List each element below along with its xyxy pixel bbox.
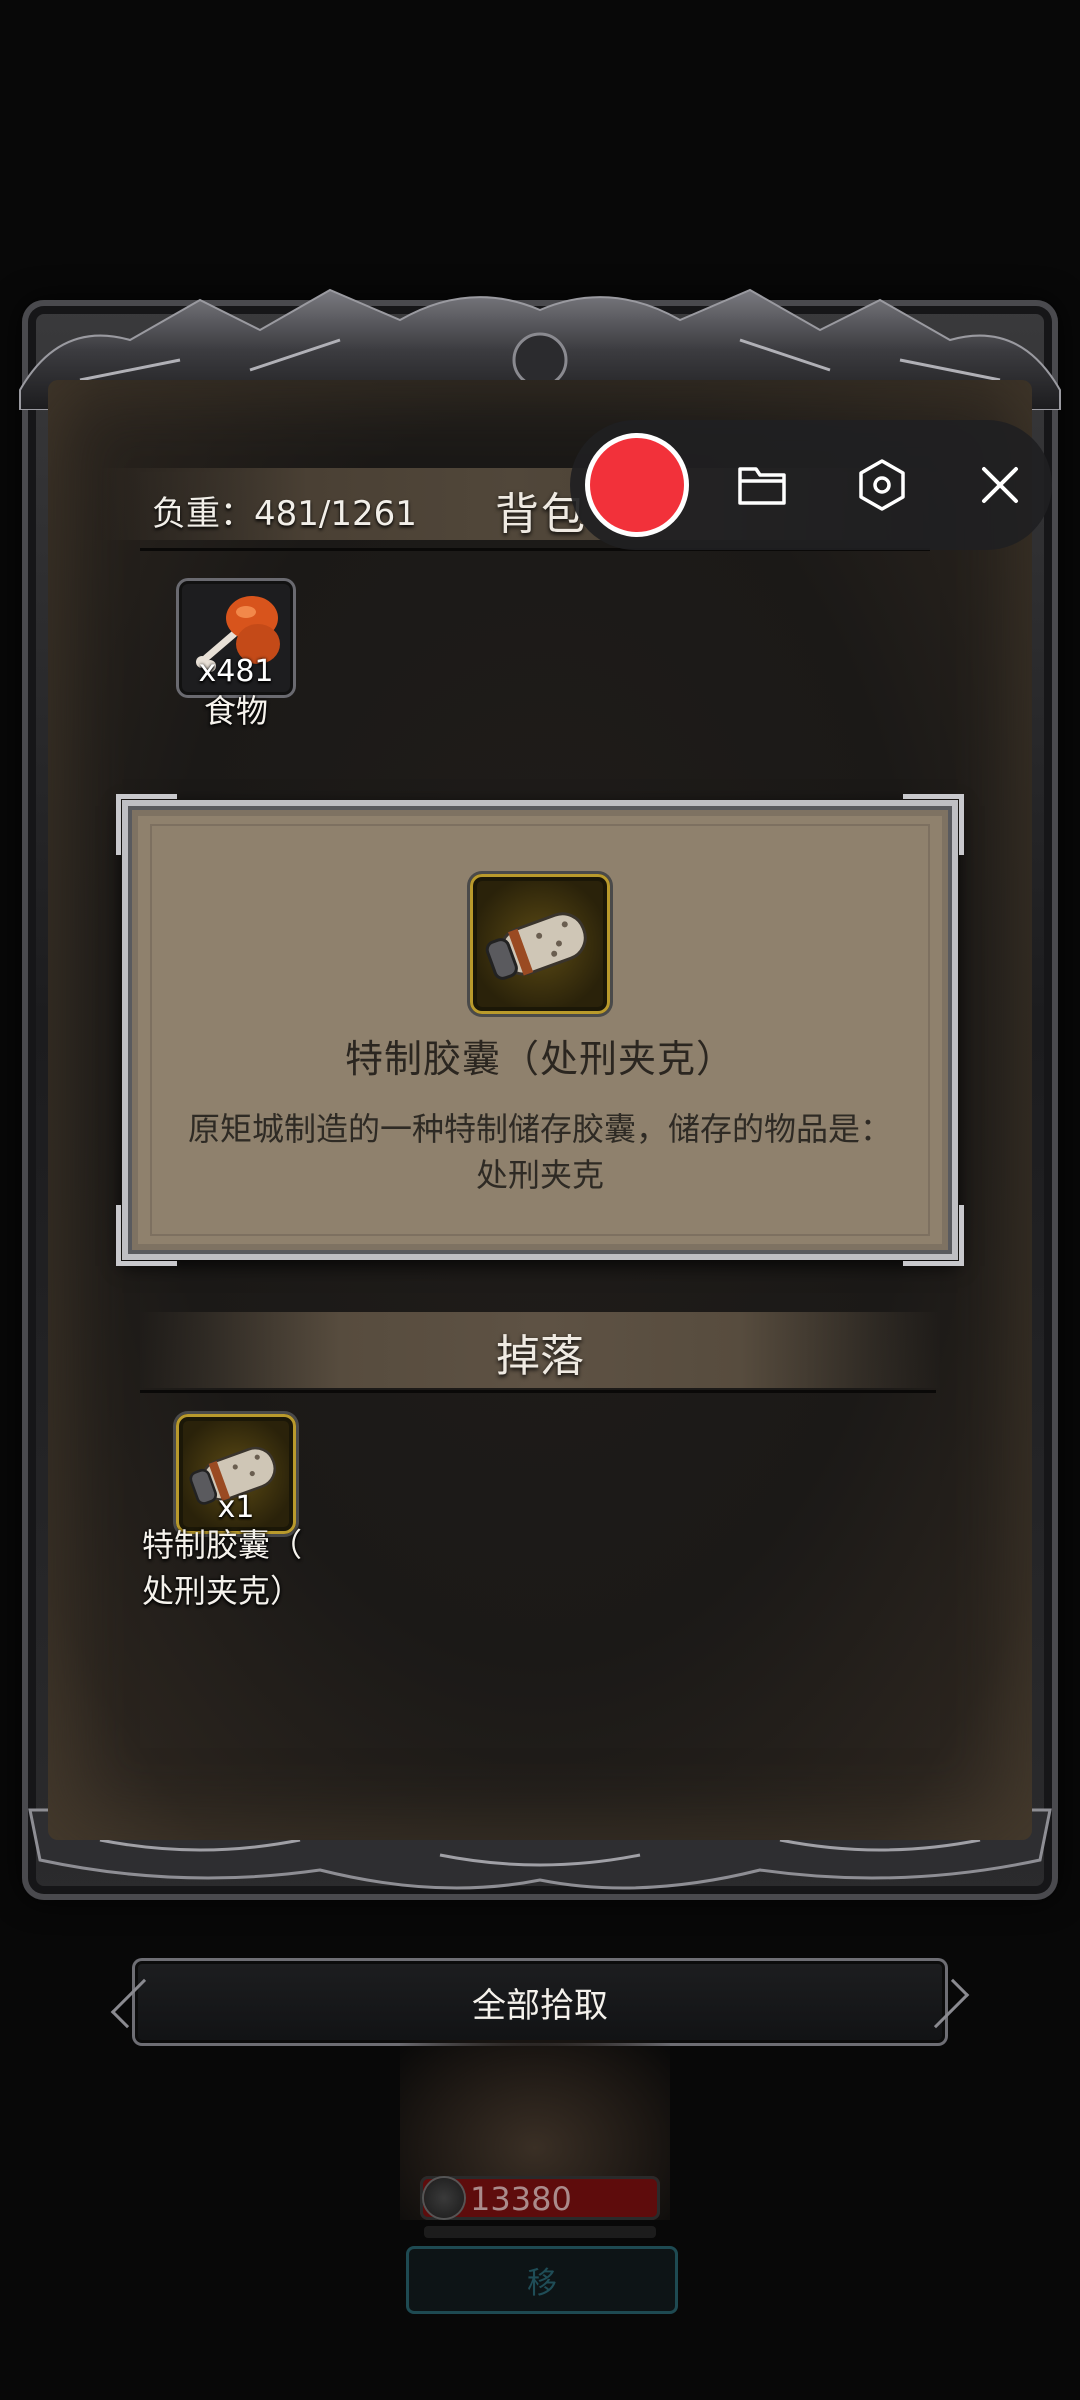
item-quantity: x481 xyxy=(198,654,274,689)
drop-divider xyxy=(140,1390,936,1393)
hp-sub-bar xyxy=(424,2226,656,2238)
close-icon[interactable] xyxy=(970,455,1030,515)
drop-item-name: 特制胶囊（ 处刑夹克） xyxy=(142,1522,342,1614)
record-icon[interactable] xyxy=(590,438,684,532)
hp-icon xyxy=(424,2178,464,2218)
panel-corner xyxy=(903,1205,964,1266)
pick-all-button[interactable]: 全部拾取 xyxy=(132,1958,948,2046)
detail-item-icon-slot xyxy=(470,874,610,1014)
panel-corner xyxy=(903,794,964,855)
weight-label: 负重：481/1261 xyxy=(152,494,417,534)
game-screen: 负重：481/1261 背包 x481 食物 特制胶囊（处刑夹克） 原矩城制造的… xyxy=(0,0,1080,2400)
backpack-item-name: 食物 xyxy=(203,692,268,730)
pick-all-label: 全部拾取 xyxy=(472,1985,608,2026)
panel-corner xyxy=(116,1205,177,1266)
drop-item-slot[interactable]: x1 xyxy=(176,1414,296,1534)
panel-corner xyxy=(116,794,177,855)
move-label: 移 xyxy=(527,2266,557,2301)
detail-item-title: 特制胶囊（处刑夹克） xyxy=(344,1037,735,1081)
drop-item-name-line2: 处刑夹克） xyxy=(142,1572,303,1610)
settings-hexagon-icon[interactable] xyxy=(852,455,912,515)
capsule-icon xyxy=(485,912,587,980)
drop-item-name-line1: 特制胶囊（ xyxy=(142,1526,303,1564)
drop-item-quantity: x1 xyxy=(217,1490,255,1525)
backpack-item-slot[interactable]: x481 xyxy=(176,578,296,698)
drop-title: 掉落 xyxy=(496,1331,584,1382)
item-detail-panel: 特制胶囊（处刑夹克） 原矩城制造的一种特制储存胶囊，储存的物品是：处刑夹克 xyxy=(116,794,964,1266)
hp-value: 13380 xyxy=(470,2180,572,2218)
detail-item-description: 原矩城制造的一种特制储存胶囊，储存的物品是：处刑夹克 xyxy=(187,1110,892,1194)
folder-icon[interactable] xyxy=(732,455,792,515)
move-button[interactable]: 移 xyxy=(406,2246,678,2314)
